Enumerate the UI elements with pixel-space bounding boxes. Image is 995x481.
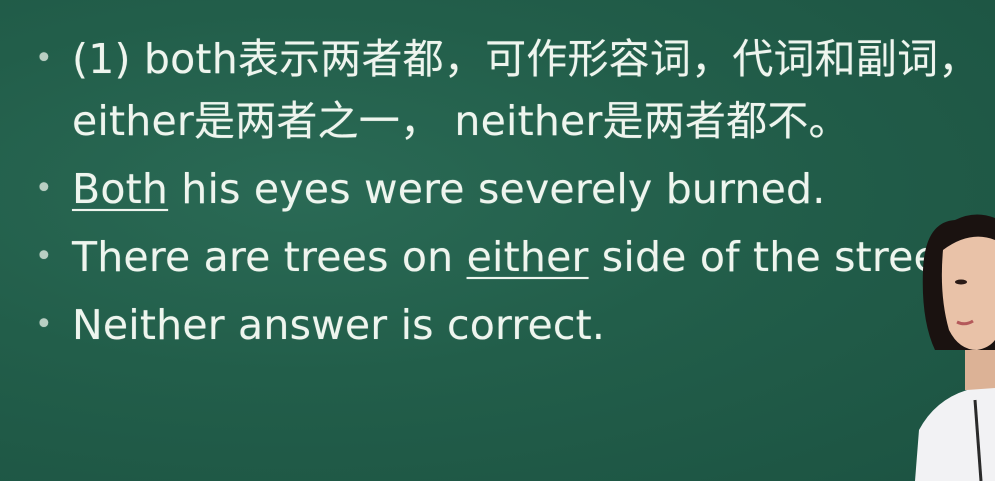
bullet-icon: • [35, 307, 53, 342]
underlined-word: either [466, 233, 589, 281]
bullet-item-neither-example: • Neither answer is correct. [28, 294, 988, 356]
bullet-list: • (1) both表示两者都，可作形容词，代词和副词，either是两者之一，… [28, 28, 988, 356]
bullet-text: his eyes were severely burned. [168, 165, 826, 213]
bullet-text: There are trees on [72, 233, 467, 281]
bullet-item-both-example: • Both his eyes were severely burned. [28, 158, 988, 220]
bullet-icon: • [35, 239, 53, 274]
bullet-icon: • [35, 41, 53, 76]
teacher-figure [915, 214, 995, 481]
bullet-text: (1) both表示两者都，可作形容词，代词和副词，either是两者之一， n… [72, 35, 980, 145]
underlined-word: Both [72, 165, 169, 213]
bullet-icon: • [35, 171, 53, 206]
bullet-item-either-example: • There are trees on either side of the … [28, 226, 988, 288]
bullet-item-definition: • (1) both表示两者都，可作形容词，代词和副词，either是两者之一，… [28, 28, 988, 152]
bullet-text: side of the street. [588, 233, 969, 281]
bullet-text: Neither answer is correct. [72, 301, 606, 349]
chalkboard: • (1) both表示两者都，可作形容词，代词和副词，either是两者之一，… [0, 0, 995, 481]
